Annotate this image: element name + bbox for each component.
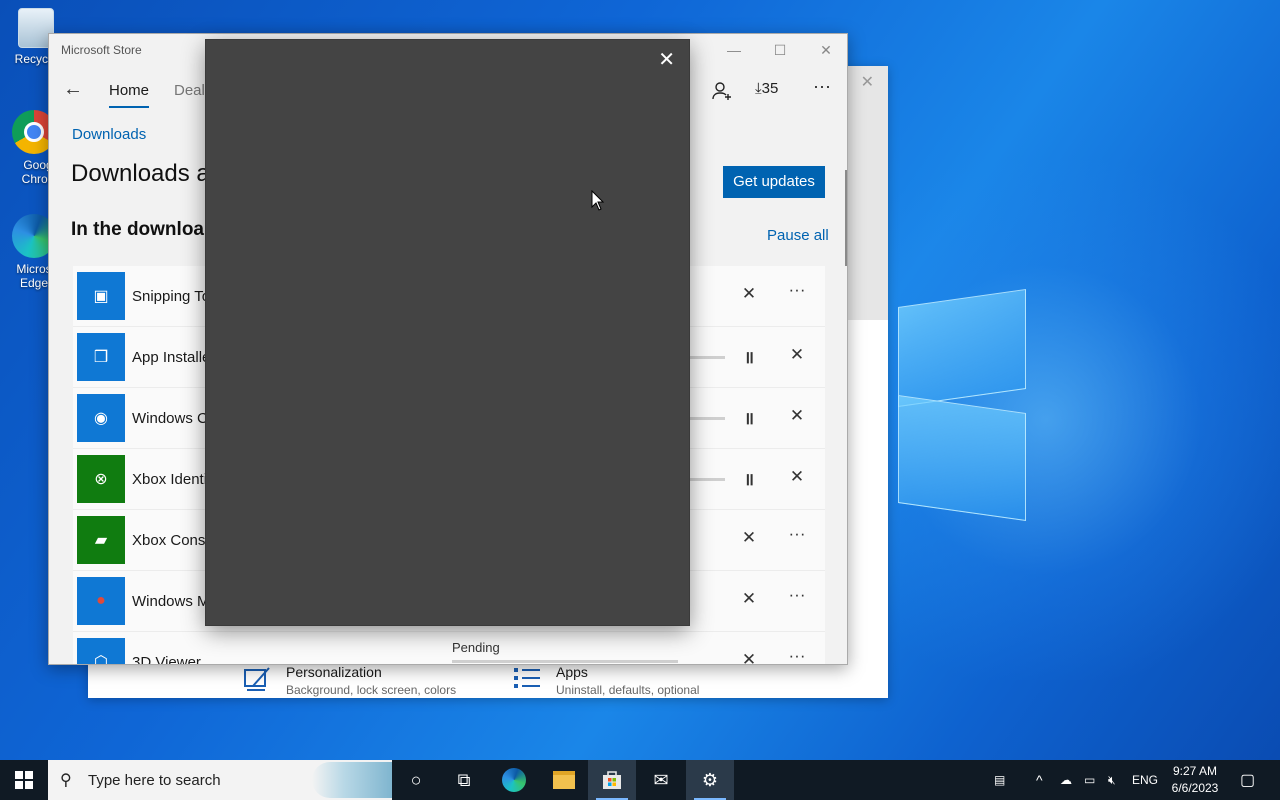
network-icon[interactable]: ▭ — [1084, 760, 1095, 800]
pending-progress-bar — [452, 660, 678, 663]
taskbar: ⚲ Type here to search ○ ⧉ ✉ ⚙ ▤ ^ ☁ ▭ 🔇︎… — [0, 760, 1280, 800]
app-name: Windows M — [132, 593, 210, 610]
scrollbar-thumb[interactable] — [845, 170, 847, 266]
settings-gear-icon[interactable]: ⚙ — [686, 760, 734, 800]
close-button[interactable]: ✕ — [803, 34, 847, 66]
app-name: Xbox Identi — [132, 471, 208, 488]
xbox-console-icon: ▰ — [77, 516, 125, 564]
list-item[interactable]: ⬡ 3D Viewer ✕ ··· — [73, 632, 825, 665]
clock-time: 9:27 AM — [1172, 764, 1218, 778]
app-name: Windows C — [132, 410, 208, 427]
cancel-icon[interactable]: ✕ — [737, 284, 761, 304]
page-title: Downloads a — [71, 160, 210, 187]
personalization-icon — [242, 664, 272, 694]
cancel-icon[interactable]: ✕ — [785, 406, 809, 426]
cancel-icon[interactable]: ✕ — [737, 528, 761, 548]
language-indicator[interactable]: ENG — [1132, 760, 1158, 800]
search-icon: ⚲ — [60, 772, 72, 789]
settings-item-title: Personalization — [286, 664, 382, 680]
pause-icon[interactable]: ॥ — [737, 345, 761, 368]
settings-item-subtitle: Uninstall, defaults, optional — [556, 683, 700, 697]
settings-close-icon[interactable]: ✕ — [861, 72, 874, 92]
breadcrumb[interactable]: Downloads — [72, 126, 146, 143]
snipping-icon: ▣ — [77, 272, 125, 320]
camera-icon: ◉ — [77, 394, 125, 442]
download-arrow-icon: ⤓ — [755, 80, 762, 97]
taskbar-search-box[interactable]: ⚲ Type here to search — [48, 760, 392, 800]
section-title: In the downloa — [71, 219, 204, 240]
settings-item-apps[interactable]: Apps Uninstall, defaults, optional — [512, 664, 699, 697]
pending-status: Pending — [452, 640, 500, 655]
apps-list-icon — [512, 664, 542, 694]
clock[interactable]: 9:27 AM 6/6/2023 — [1162, 763, 1228, 797]
cortana-icon[interactable]: ○ — [392, 760, 440, 800]
search-highlight-art — [312, 762, 392, 798]
progress-bar — [683, 417, 725, 420]
onedrive-icon[interactable]: ☁ — [1060, 760, 1072, 800]
tab-home[interactable]: Home — [109, 82, 150, 108]
app-name: App Installe — [132, 349, 211, 366]
window-title: Microsoft Store — [61, 43, 142, 57]
notifications-icon[interactable]: ▢ — [1240, 760, 1255, 800]
row-more-icon[interactable]: ··· — [785, 524, 809, 544]
maximize-button[interactable]: ☐ — [757, 34, 803, 66]
get-updates-button[interactable]: Get updates — [723, 166, 825, 198]
pause-all-link[interactable]: Pause all — [767, 227, 829, 244]
row-more-icon[interactable]: ··· — [785, 280, 809, 300]
downloads-count: 35 — [761, 80, 779, 97]
row-more-icon[interactable]: ··· — [785, 646, 809, 664]
pause-icon[interactable]: ॥ — [737, 467, 761, 490]
package-icon: ❒ — [77, 333, 125, 381]
app-name: Xbox Conso — [132, 532, 214, 549]
account-add-icon[interactable] — [711, 80, 733, 106]
dialog-close-icon[interactable]: ✕ — [658, 47, 675, 72]
xbox-icon: ⊗ — [77, 455, 125, 503]
store-taskbar-icon[interactable] — [588, 760, 636, 800]
progress-bar — [683, 356, 725, 359]
settings-item-subtitle: Background, lock screen, colors — [286, 683, 457, 697]
minimize-button[interactable]: — — [711, 34, 757, 66]
search-placeholder: Type here to search — [88, 772, 221, 789]
windows-start-icon — [15, 771, 33, 789]
app-name: Snipping To — [132, 288, 211, 305]
back-arrow-icon[interactable]: ← — [63, 78, 83, 101]
cancel-icon[interactable]: ✕ — [737, 650, 761, 664]
more-options-icon[interactable]: ··· — [813, 76, 831, 97]
mail-icon[interactable]: ✉ — [637, 760, 685, 800]
downloads-button[interactable]: ⤓35 — [755, 80, 778, 97]
clock-date: 6/6/2023 — [1171, 781, 1219, 795]
row-more-icon[interactable]: ··· — [785, 585, 809, 605]
maps-icon: ● — [77, 577, 125, 625]
settings-item-title: Apps — [556, 664, 588, 680]
overlay-dialog: ✕ — [206, 40, 689, 625]
settings-item-personalization[interactable]: Personalization Background, lock screen,… — [242, 664, 456, 697]
cancel-icon[interactable]: ✕ — [785, 345, 809, 365]
volume-muted-icon[interactable]: 🔇︎ — [1108, 760, 1116, 800]
progress-bar — [683, 478, 725, 481]
chevron-up-icon[interactable]: ^ — [1036, 760, 1043, 800]
edge-taskbar-icon[interactable] — [490, 760, 538, 800]
pause-icon[interactable]: ॥ — [737, 406, 761, 429]
start-button[interactable] — [0, 760, 48, 800]
task-view-icon[interactable]: ⧉ — [440, 760, 488, 800]
cancel-icon[interactable]: ✕ — [737, 589, 761, 609]
cancel-icon[interactable]: ✕ — [785, 467, 809, 487]
cube-icon: ⬡ — [77, 638, 125, 664]
app-name: 3D Viewer — [132, 654, 201, 665]
file-explorer-icon[interactable] — [540, 760, 588, 800]
mouse-cursor-icon — [591, 189, 605, 217]
news-icon[interactable]: ▤ — [994, 760, 1005, 800]
